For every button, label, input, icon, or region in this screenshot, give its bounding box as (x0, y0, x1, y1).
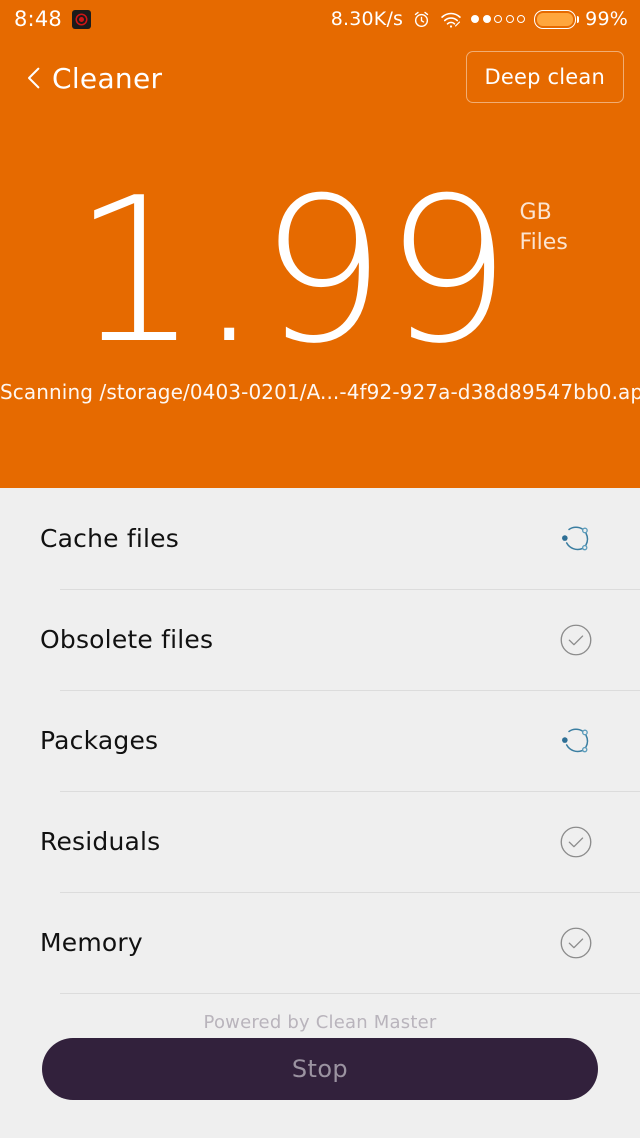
check-circle-icon (556, 822, 596, 862)
status-clock: 8:48 (14, 7, 62, 31)
check-circle-icon (556, 620, 596, 660)
check-circle-icon (556, 923, 596, 963)
table-row[interactable]: Obsolete files (0, 589, 640, 690)
table-row[interactable]: Memory (0, 892, 640, 993)
row-label: Obsolete files (40, 625, 214, 654)
row-label: Memory (40, 928, 143, 957)
scanning-path-label: Scanning /storage/0403-0201/A...-4f92-92… (0, 380, 640, 404)
scan-size-units: GB Files (520, 198, 568, 259)
alarm-clock-icon (412, 10, 431, 29)
row-label: Cache files (40, 524, 179, 553)
cleaner-screen: 8:48 8.30K/s 99% Cleaner Deep clean 1.99… (0, 0, 640, 1138)
back-button[interactable] (14, 52, 54, 104)
powered-by-label: Powered by Clean Master (203, 1012, 437, 1033)
signal-strength-dots (471, 15, 526, 23)
row-divider (60, 993, 640, 994)
stop-button[interactable]: Stop (42, 1038, 598, 1100)
deep-clean-button[interactable]: Deep clean (465, 51, 624, 103)
scan-category-list: Cache files Obsolete files Packages Resi… (0, 488, 640, 994)
table-row[interactable]: Cache files (0, 488, 640, 589)
hero-panel: 8:48 8.30K/s 99% Cleaner Deep clean 1.99… (0, 0, 640, 488)
table-row[interactable]: Packages (0, 690, 640, 791)
table-row[interactable]: Residuals (0, 791, 640, 892)
scan-size-unit-sub: Files (519, 230, 568, 256)
status-bar-left: 8:48 (0, 7, 91, 31)
status-bar: 8:48 8.30K/s 99% (0, 0, 640, 38)
chevron-left-icon (19, 63, 49, 93)
battery-icon (534, 9, 580, 29)
scanning-spinner-icon (556, 519, 596, 559)
home-indicator-area (0, 1116, 640, 1138)
row-label: Packages (40, 726, 159, 755)
scanning-spinner-icon (556, 721, 596, 761)
scan-size-readout: 1.99 GB Files (0, 155, 640, 388)
scan-size-value: 1.99 (72, 155, 511, 388)
row-label: Residuals (40, 827, 161, 856)
app-bar: Cleaner Deep clean (0, 46, 640, 112)
network-speed-label: 8.30K/s (330, 8, 404, 30)
scan-size-unit: GB (519, 200, 552, 225)
wifi-icon (440, 10, 462, 29)
battery-percent-label: 99% (585, 8, 628, 30)
status-bar-right: 8.30K/s 99% (331, 8, 640, 30)
page-title: Cleaner (52, 61, 163, 95)
notification-app-icon (71, 9, 91, 29)
